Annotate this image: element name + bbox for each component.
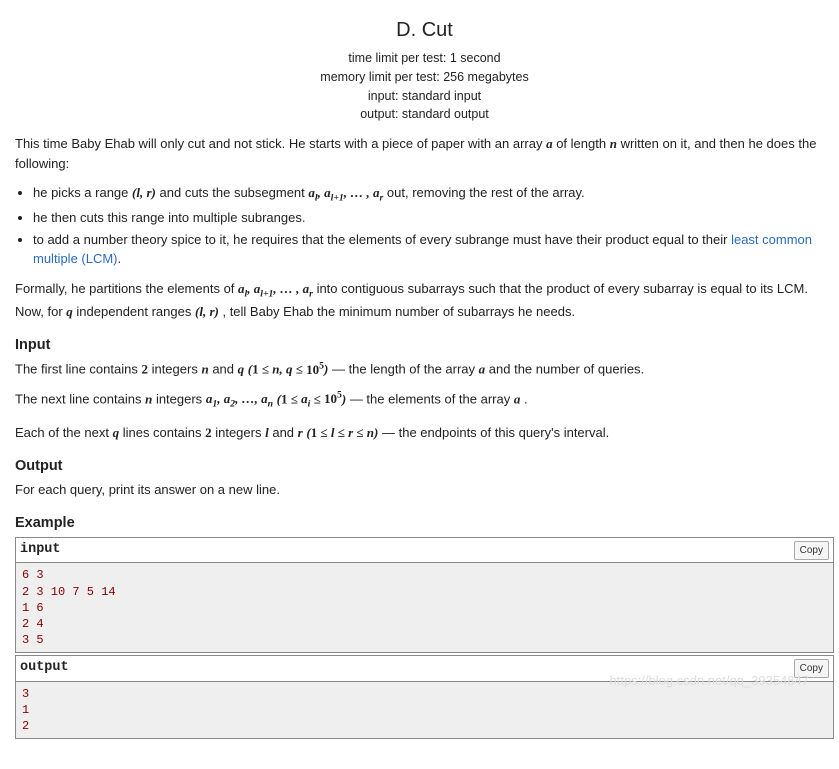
memory-limit: memory limit per test: 256 megabytes [15,68,834,87]
sample-output-box: output Copy 3 1 2 [15,655,834,739]
copy-output-button[interactable]: Copy [794,659,829,678]
input-heading: Input [15,335,834,357]
var-q: q [66,304,73,319]
sample-output-data: 3 1 2 [16,682,833,739]
sample-input-box: input Copy 6 3 2 3 10 7 5 14 1 6 2 4 3 5 [15,537,834,653]
list-item: he picks a range (l, r) and cuts the sub… [33,183,834,206]
expr-seq: al, al+1, … , ar [308,185,383,200]
output-heading: Output [15,456,834,478]
expr-lr: (l, r) [132,185,156,200]
input-line3: Each of the next q lines contains 2 inte… [15,423,834,443]
expr-seq: al, al+1, … , ar [238,281,313,296]
statement-p1: This time Baby Ehab will only cut and no… [15,134,834,173]
var-a: a [546,136,553,151]
output-spec: output: standard output [15,105,834,124]
input-line2: The next line contains n integers a1, a2… [15,389,834,413]
input-line1: The first line contains 2 integers n and… [15,359,834,379]
expr-lr: (l, r) [195,304,219,319]
output-text: For each query, print its answer on a ne… [15,480,834,500]
sample-input-header: input Copy [16,538,833,563]
input-spec: input: standard input [15,87,834,106]
statement-list: he picks a range (l, r) and cuts the sub… [33,183,834,269]
expr-arr: a1, a2, …, an [206,391,273,406]
expr-range-ai: (1 ≤ ai ≤ 105) [277,391,347,406]
input-label: input [20,540,61,560]
var-n: n [610,136,617,151]
list-item: he then cuts this range into multiple su… [33,208,834,228]
output-label: output [20,658,69,678]
time-limit: time limit per test: 1 second [15,49,834,68]
copy-input-button[interactable]: Copy [794,541,829,560]
expr-range-nq: (1 ≤ n, q ≤ 105) [248,362,329,377]
example-heading: Example [15,513,834,535]
problem-title: D. Cut [15,15,834,45]
expr-range-lr: (1 ≤ l ≤ r ≤ n) [306,425,378,440]
problem-header: D. Cut time limit per test: 1 second mem… [15,15,834,124]
sample-input-data: 6 3 2 3 10 7 5 14 1 6 2 4 3 5 [16,563,833,652]
statement-p2: Formally, he partitions the elements of … [15,279,834,322]
sample-output-header: output Copy [16,655,833,681]
list-item: to add a number theory spice to it, he r… [33,230,834,269]
